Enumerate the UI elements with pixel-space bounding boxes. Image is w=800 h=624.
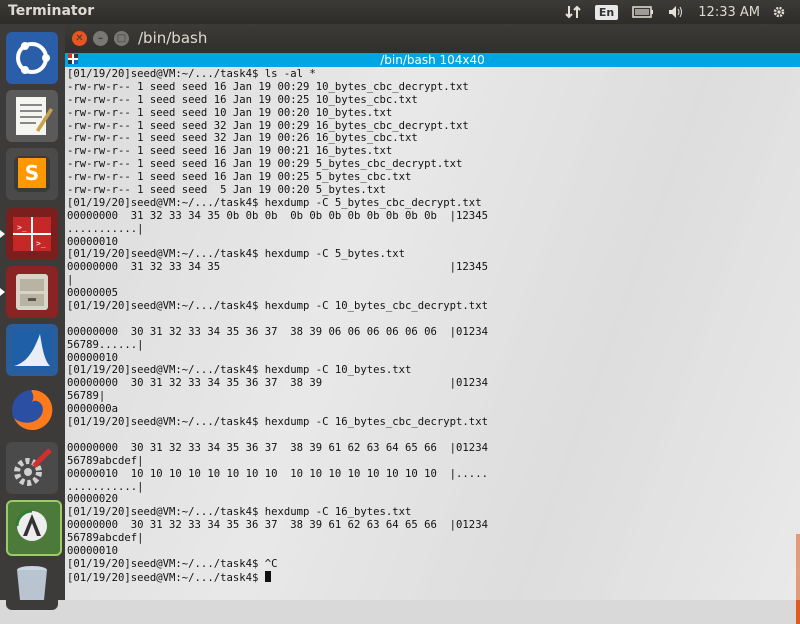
terminal-line: 00000000 30 31 32 33 34 35 36 37 38 39 6… (67, 519, 488, 532)
terminal-line: 00000000 30 31 32 33 34 35 36 37 38 39 |… (67, 377, 488, 390)
terminal-prompt: [01/19/20]seed@VM:~/.../task4$ (67, 571, 265, 584)
terminal-line: [01/19/20]seed@VM:~/.../task4$ hexdump -… (67, 506, 412, 519)
terminal-output-area[interactable]: [01/19/20]seed@VM:~/.../task4$ ls -al * -… (65, 67, 800, 600)
terminal-line: -rw-rw-r-- 1 seed seed 32 Jan 19 00:29 1… (67, 119, 469, 132)
launcher-item-terminator[interactable]: >_ >_ (0, 208, 58, 260)
terminal-line: -rw-rw-r-- 1 seed seed 10 Jan 19 00:20 1… (67, 106, 393, 119)
terminal-line: -rw-rw-r-- 1 seed seed 5 Jan 19 00:20 5_… (67, 184, 386, 197)
launcher-item-system-settings[interactable] (6, 442, 58, 494)
keyboard-layout-label: En (594, 4, 619, 20)
launcher-item-sublime-text[interactable]: S (6, 148, 58, 200)
settings-wrench-icon (14, 448, 52, 486)
terminal-line: [01/19/20]seed@VM:~/.../task4$ hexdump -… (67, 248, 406, 261)
terminal-line: 00000000 31 32 33 34 35 |12345 (67, 261, 488, 274)
maximize-button[interactable]: □ (114, 31, 129, 46)
terminal-line: [01/19/20]seed@VM:~/.../task4$ hexdump -… (67, 300, 488, 313)
terminator-icon: >_ >_ (13, 217, 51, 251)
firefox-icon (12, 389, 53, 430)
terminal-window: ✕ – □ /bin/bash /bin/bash 104x40 [01/19/… (65, 24, 800, 600)
terminal-prompt-line: [01/19/20]seed@VM:~/.../task4$ (67, 570, 488, 584)
launcher-item-text-editor[interactable] (6, 90, 58, 142)
terminal-line: 56789......| (67, 338, 144, 351)
terminal-line: ...........| (67, 222, 144, 235)
terminal-line: ...........| (67, 480, 144, 493)
ubuntu-logo-icon (16, 42, 50, 74)
terminal-line: | (67, 274, 74, 287)
terminal-line: 00000010 10 10 10 10 10 10 10 10 10 10 1… (67, 467, 488, 480)
file-cabinet-icon (16, 274, 48, 310)
launcher-item-firefox[interactable] (6, 384, 58, 436)
terminal-line: [01/19/20]seed@VM:~/.../task4$ hexdump -… (67, 364, 412, 377)
terminal-line: [01/19/20]seed@VM:~/.../task4$ ls -al * (67, 68, 316, 80)
window-title: /bin/bash (138, 29, 208, 47)
launcher-item-wireshark[interactable] (6, 324, 58, 376)
sublime-text-icon: S (14, 156, 50, 192)
network-icon[interactable] (565, 4, 581, 20)
terminal-line: 56789abcdef| (67, 532, 144, 545)
close-button[interactable]: ✕ (72, 31, 87, 46)
terminal-line: -rw-rw-r-- 1 seed seed 16 Jan 19 00:29 5… (67, 158, 463, 171)
wireshark-fin-icon (12, 330, 52, 370)
terminal-line: 00000010 (67, 544, 119, 557)
terminal-line: -rw-rw-r-- 1 seed seed 16 Jan 19 00:25 1… (67, 93, 418, 106)
terminal-line: -rw-rw-r-- 1 seed seed 16 Jan 19 00:29 1… (67, 80, 469, 93)
system-tray: En 12:33 AM (565, 0, 800, 24)
launcher-item-software-updater[interactable] (6, 500, 62, 556)
terminal-line: [01/19/20]seed@VM:~/.../task4$ hexdump -… (67, 196, 482, 209)
gear-icon[interactable] (772, 5, 786, 19)
terminal-grid-icon[interactable] (68, 54, 78, 64)
terminal-line: 00000010 (67, 351, 119, 364)
terminal-line: 00000000 31 32 33 34 35 0b 0b 0b 0b 0b 0… (67, 209, 488, 222)
battery-icon[interactable] (632, 6, 654, 18)
app-title: Terminator (8, 3, 95, 19)
terminal-line: 0000000a (67, 403, 119, 416)
clock[interactable]: 12:33 AM (698, 5, 760, 20)
volume-icon[interactable] (668, 5, 684, 19)
text-editor-icon (16, 97, 53, 135)
terminal-line: [01/19/20]seed@VM:~/.../task4$ ^C (67, 557, 278, 570)
terminal-line: -rw-rw-r-- 1 seed seed 16 Jan 19 00:25 5… (67, 171, 412, 184)
terminal-line: 00000000 30 31 32 33 34 35 36 37 38 39 0… (67, 325, 488, 338)
svg-text:>_: >_ (36, 239, 46, 248)
launcher-item-file-manager[interactable] (0, 266, 58, 318)
top-panel: Terminator En 12:33 AM (0, 0, 800, 24)
terminal-line: 00000010 (67, 235, 119, 248)
window-titlebar[interactable]: ✕ – □ /bin/bash (65, 24, 800, 53)
terminal-line: 56789abcdef| (67, 454, 144, 467)
launcher: S >_ >_ (0, 24, 65, 610)
terminal-header-bar: /bin/bash 104x40 (65, 53, 800, 67)
svg-text:>_: >_ (17, 223, 27, 232)
trash-icon (17, 566, 47, 600)
terminal-cursor (264, 570, 271, 582)
terminal-line: -rw-rw-r-- 1 seed seed 16 Jan 19 00:21 1… (67, 145, 393, 158)
minimize-button[interactable]: – (93, 31, 108, 46)
software-updater-icon (15, 509, 47, 541)
terminal-line: 00000005 (67, 287, 119, 300)
svg-text:S: S (25, 161, 39, 185)
terminal-output: [01/19/20]seed@VM:~/.../task4$ ls -al * -… (67, 68, 488, 584)
terminal-line: 56789| (67, 390, 106, 403)
keyboard-layout-indicator[interactable]: En (594, 4, 619, 20)
terminal-line: -rw-rw-r-- 1 seed seed 32 Jan 19 00:26 1… (67, 132, 418, 145)
launcher-item-trash[interactable] (6, 558, 58, 610)
terminal-line: 00000000 30 31 32 33 34 35 36 37 38 39 6… (67, 441, 488, 454)
terminal-line: 00000020 (67, 493, 119, 506)
terminal-header-title: /bin/bash 104x40 (380, 53, 485, 67)
launcher-item-ubuntu-dash[interactable] (6, 32, 58, 84)
terminal-line: [01/19/20]seed@VM:~/.../task4$ hexdump -… (67, 416, 488, 429)
